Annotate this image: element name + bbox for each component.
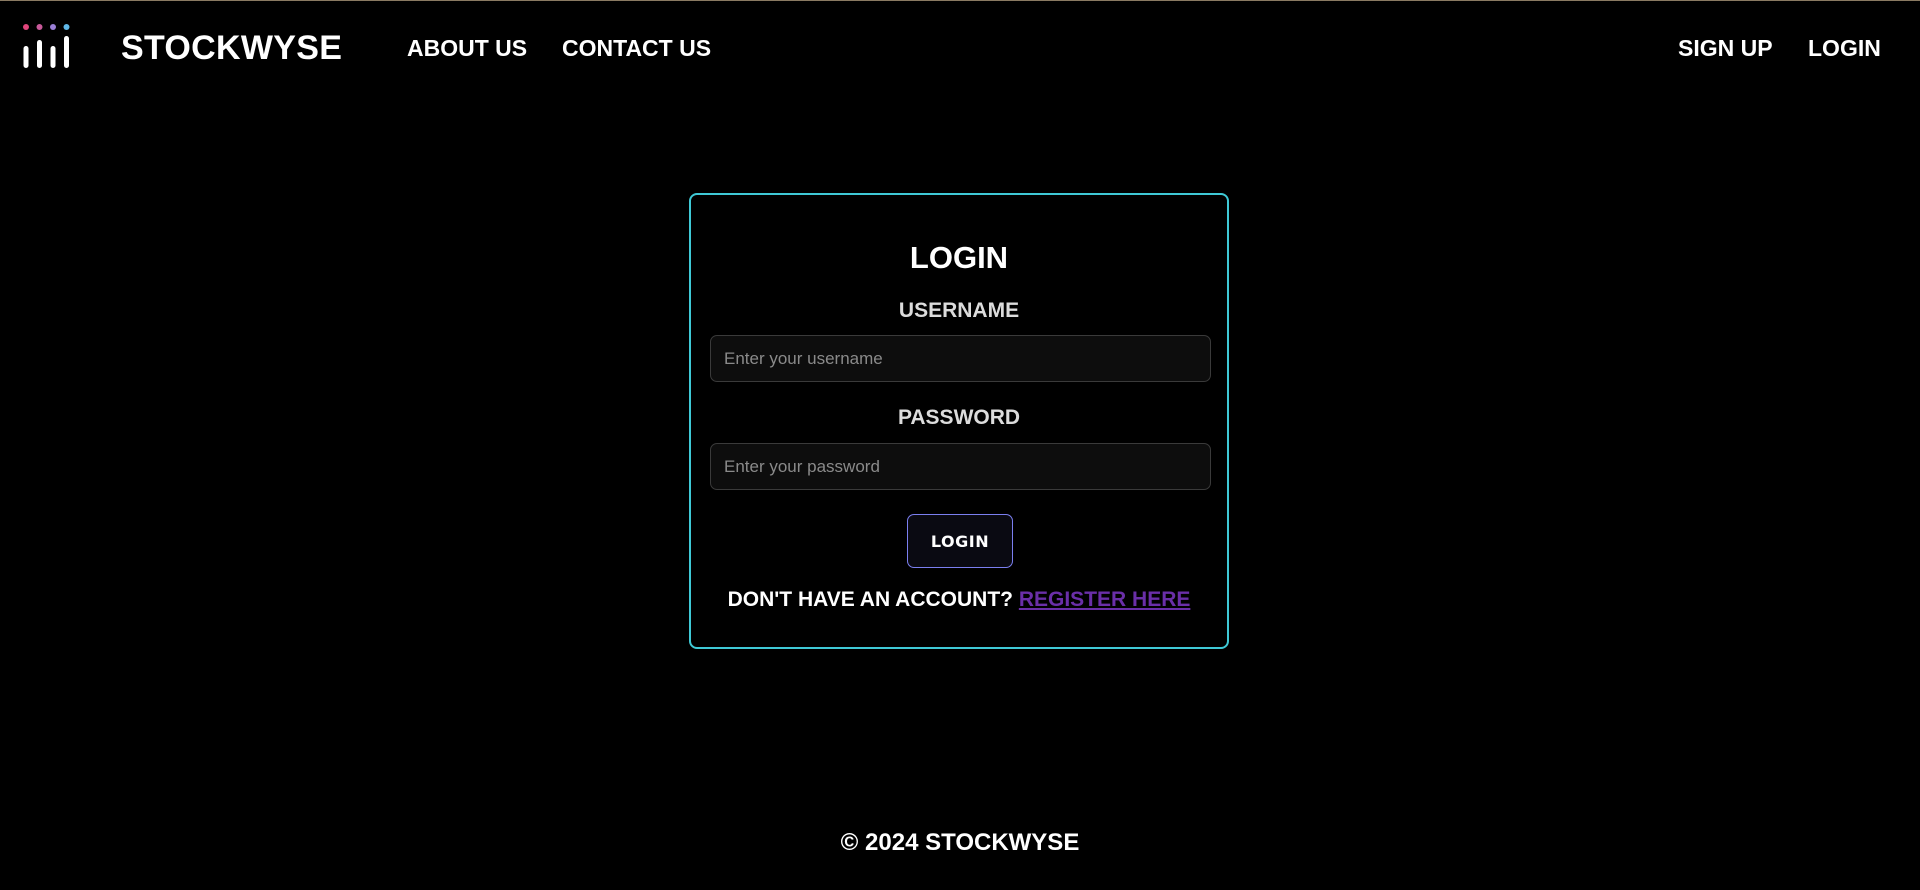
login-title: LOGIN [909,240,1009,275]
nav-login-link[interactable]: LOGIN [1808,35,1881,62]
username-label: USERNAME [898,299,1020,322]
password-input[interactable] [710,443,1211,490]
footer-copyright: © 2024 STOCKWYSE [840,829,1080,856]
register-prompt-text: DON'T HAVE AN ACCOUNT? [727,588,1013,611]
login-submit-button[interactable]: LOGIN [907,514,1013,568]
password-label: PASSWORD [897,406,1021,429]
login-card: LOGIN USERNAME PASSWORD LOGIN DON'T HAVE… [689,193,1229,649]
brand-name[interactable]: STOCKWYSE [121,28,342,68]
navbar: STOCKWYSE ABOUT US CONTACT US SIGN UP LO… [0,1,1920,93]
register-prompt-row: DON'T HAVE AN ACCOUNT? REGISTER HERE [691,588,1227,612]
nav-contact-us-link[interactable]: CONTACT US [562,35,711,62]
register-here-link[interactable]: REGISTER HERE [1019,588,1191,611]
nav-sign-up-link[interactable]: SIGN UP [1678,35,1773,62]
nav-about-us-link[interactable]: ABOUT US [407,35,527,62]
username-input[interactable] [710,335,1211,382]
stockwyse-bars-logo-icon[interactable] [22,23,72,69]
